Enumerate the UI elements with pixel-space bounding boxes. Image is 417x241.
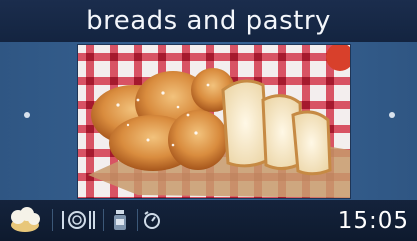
toolbar-item-ingredients[interactable] bbox=[108, 206, 132, 234]
chef-hat-icon bbox=[11, 207, 40, 232]
bread-image bbox=[78, 45, 350, 198]
previous-category-button[interactable] bbox=[24, 112, 30, 118]
page-title: breads and pastry bbox=[86, 6, 331, 36]
bottom-toolbar: 15:05 bbox=[0, 200, 417, 241]
plate-cutlery-icon bbox=[62, 211, 95, 229]
food-jar-icon bbox=[114, 210, 126, 230]
toolbar-item-chef[interactable] bbox=[6, 206, 44, 234]
category-photo[interactable] bbox=[77, 44, 351, 199]
header-bar: breads and pastry bbox=[0, 0, 417, 42]
toolbar-item-timer[interactable] bbox=[140, 206, 164, 234]
oven-display: breads and pastry 15:05 bbox=[0, 0, 417, 241]
main-panel bbox=[0, 42, 417, 200]
timer-icon bbox=[144, 211, 160, 229]
toolbar-divider bbox=[103, 209, 104, 231]
next-category-button[interactable] bbox=[389, 112, 395, 118]
toolbar-item-dish[interactable] bbox=[58, 206, 98, 234]
clock-display: 15:05 bbox=[337, 208, 409, 234]
toolbar-divider bbox=[52, 209, 53, 231]
toolbar-divider bbox=[137, 209, 138, 231]
